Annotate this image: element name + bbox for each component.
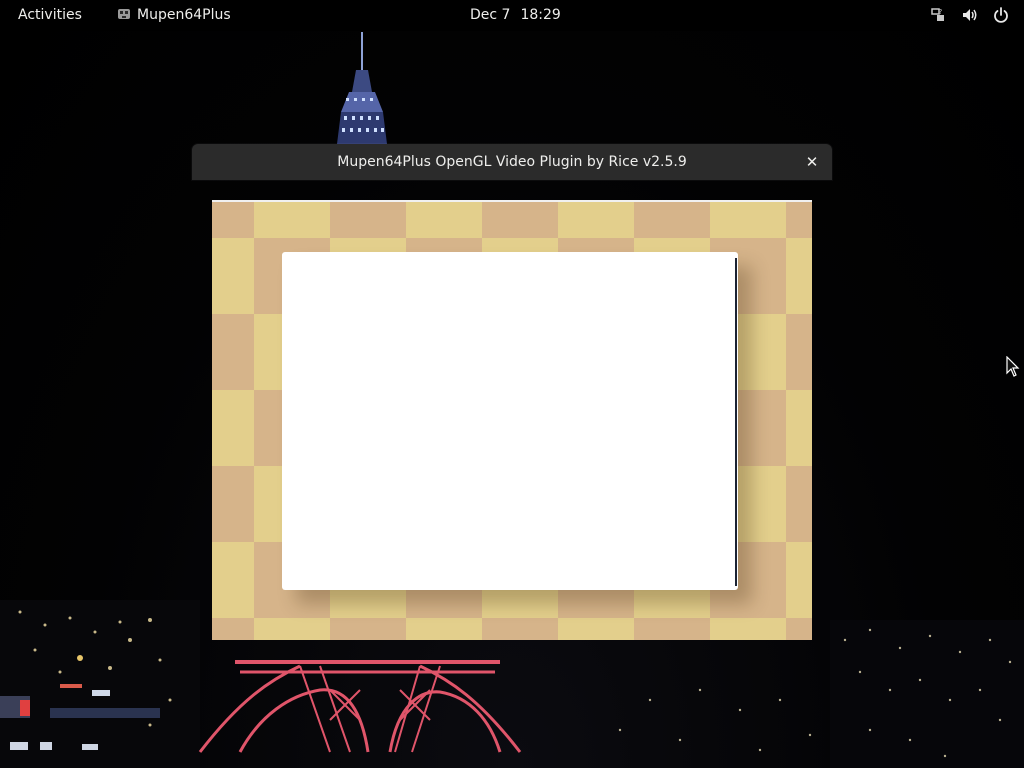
clock-button[interactable]: Dec 7 18:29 — [470, 0, 561, 31]
close-icon: ✕ — [805, 153, 819, 171]
checker-tile — [406, 202, 482, 238]
app-menu-label: Mupen64Plus — [137, 7, 231, 23]
mouse-pointer-icon — [1006, 356, 1020, 377]
activities-button[interactable]: Activities — [18, 0, 82, 31]
power-icon — [994, 7, 1008, 23]
clock-time: 18:29 — [520, 7, 561, 23]
checker-tile — [212, 618, 254, 640]
eiffel-tower-illustration — [198, 660, 522, 753]
checker-tile — [634, 618, 710, 640]
checker-tile — [330, 202, 406, 238]
checker-tile — [786, 202, 812, 238]
checker-tile — [786, 466, 812, 542]
svg-text:?: ? — [939, 8, 943, 16]
tower-top-illustration — [337, 32, 387, 144]
checker-tile — [482, 202, 558, 238]
close-button[interactable]: ✕ — [802, 152, 822, 172]
checker-tile — [212, 390, 254, 466]
video-render-area[interactable] — [212, 200, 812, 640]
checker-tile — [786, 238, 812, 314]
checker-tile — [786, 618, 812, 640]
network-icon: ? — [931, 8, 945, 21]
emulator-frame-panel — [282, 252, 738, 590]
checker-tile — [212, 542, 254, 618]
checker-tile — [254, 618, 330, 640]
app-icon — [118, 9, 130, 19]
checker-tile — [710, 202, 786, 238]
city-lights-left — [0, 600, 200, 768]
checker-tile — [482, 618, 558, 640]
app-menu-button[interactable]: Mupen64Plus — [117, 0, 231, 31]
checker-tile — [212, 202, 254, 238]
top-bar: Activities Mupen64Plus Dec 7 18:29 ? — [0, 0, 1024, 31]
city-lights-right — [618, 620, 1024, 768]
window-titlebar[interactable]: Mupen64Plus OpenGL Video Plugin by Rice … — [192, 144, 832, 180]
checker-tile — [558, 202, 634, 238]
checker-tile — [786, 314, 812, 390]
checker-tile — [254, 202, 330, 238]
window-title: Mupen64Plus OpenGL Video Plugin by Rice … — [337, 154, 687, 170]
checker-tile — [786, 542, 812, 618]
checker-tile — [212, 238, 254, 314]
checker-tile — [710, 618, 786, 640]
checker-tile — [634, 202, 710, 238]
checker-tile — [212, 466, 254, 542]
volume-icon — [962, 9, 977, 21]
clock-date: Dec 7 — [470, 7, 511, 23]
checker-tile — [558, 618, 634, 640]
checker-tile — [212, 314, 254, 390]
desktop: Activities Mupen64Plus Dec 7 18:29 ? Mup… — [0, 0, 1024, 768]
checker-tile — [330, 618, 406, 640]
panel-edge-line — [735, 258, 737, 586]
checker-tile — [406, 618, 482, 640]
checker-tile — [786, 390, 812, 466]
system-tray[interactable]: ? — [920, 0, 1010, 31]
